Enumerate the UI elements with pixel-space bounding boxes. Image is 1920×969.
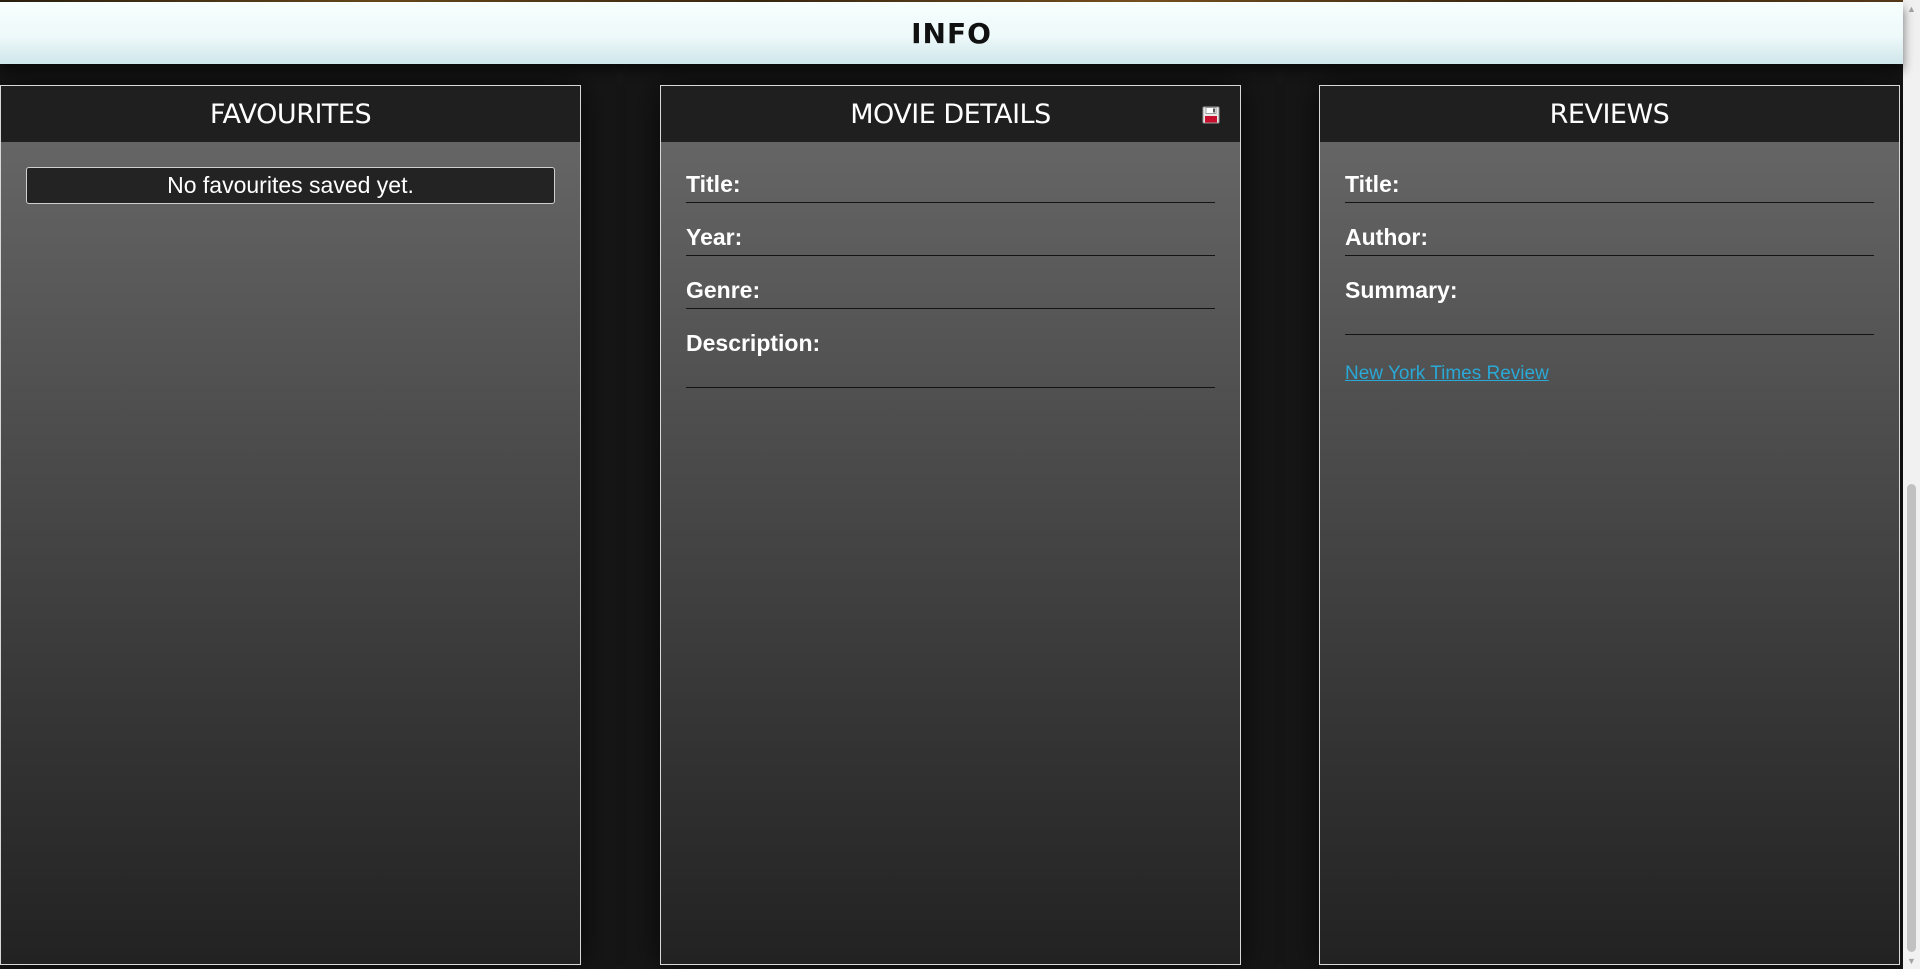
nyt-review-link[interactable]: New York Times Review [1345, 363, 1549, 385]
favourites-panel: FAVOURITES No favourites saved yet. [0, 85, 581, 965]
review-author-field: Author: [1345, 217, 1874, 256]
movie-details-title: MOVIE DETAILS [850, 98, 1051, 130]
movie-description-field: Description: [686, 323, 1215, 388]
review-summary-field: Summary: [1345, 270, 1874, 335]
info-header-bar: INFO [0, 2, 1903, 64]
movie-details-panel: MOVIE DETAILS Title: Year: Genre: Descri… [660, 85, 1241, 965]
reviews-panel-header: REVIEWS [1320, 86, 1899, 142]
movie-genre-field: Genre: [686, 270, 1215, 309]
page: INFO FAVOURITES No favourites saved yet.… [0, 0, 1920, 969]
review-title-field: Title: [1345, 164, 1874, 203]
movie-details-fields: Title: Year: Genre: Description: [661, 142, 1240, 388]
reviews-title: REVIEWS [1549, 98, 1670, 130]
reviews-panel: REVIEWS Title: Author: Summary: New York… [1319, 85, 1900, 965]
save-icon[interactable] [1202, 106, 1220, 124]
movie-year-field: Year: [686, 217, 1215, 256]
favourites-panel-header: FAVOURITES [1, 86, 580, 142]
reviews-fields: Title: Author: Summary: New York Times R… [1320, 142, 1899, 385]
movie-details-panel-header: MOVIE DETAILS [661, 86, 1240, 142]
page-scrollbar[interactable]: ▲ ▼ [1903, 0, 1920, 969]
movie-title-field: Title: [686, 164, 1215, 203]
scroll-down-arrow-icon[interactable]: ▼ [1903, 952, 1920, 969]
favourites-empty-message: No favourites saved yet. [26, 167, 555, 204]
scroll-up-arrow-icon[interactable]: ▲ [1903, 0, 1920, 17]
scrollbar-thumb[interactable] [1907, 484, 1916, 952]
favourites-title: FAVOURITES [209, 98, 372, 130]
page-title: INFO [911, 16, 992, 50]
